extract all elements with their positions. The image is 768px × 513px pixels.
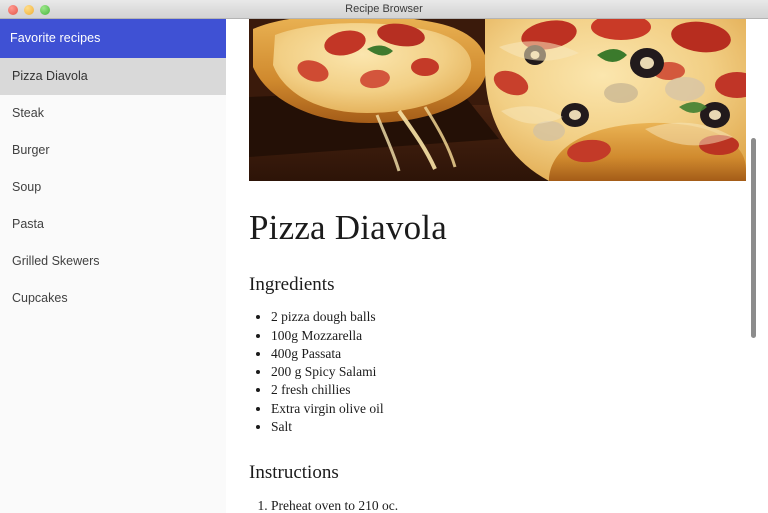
ingredients-list: 2 pizza dough balls 100g Mozzarella 400g…: [249, 308, 749, 436]
content-pane: Pizza Diavola Ingredients 2 pizza dough …: [226, 19, 768, 513]
page-title: Pizza Diavola: [249, 208, 447, 247]
window-title: Recipe Browser: [345, 3, 423, 15]
sidebar-item-pizza-diavola[interactable]: Pizza Diavola: [0, 58, 226, 95]
instructions-list: Preheat oven to 210 oc. Get your pizza d…: [249, 497, 749, 513]
list-item: Preheat oven to 210 oc.: [271, 497, 749, 513]
sidebar-item-label: Pizza Diavola: [12, 69, 88, 83]
recipe-article: Pizza Diavola Ingredients 2 pizza dough …: [249, 181, 749, 513]
list-item: Extra virgin olive oil: [271, 400, 749, 418]
list-item: Salt: [271, 418, 749, 436]
list-item: 400g Passata: [271, 345, 749, 363]
list-item: 2 pizza dough balls: [271, 308, 749, 326]
instructions-heading: Instructions: [249, 462, 339, 484]
sidebar: Favorite recipes Pizza Diavola Steak Bur…: [0, 19, 226, 513]
vertical-scrollbar[interactable]: [751, 38, 764, 513]
list-item: 200 g Spicy Salami: [271, 363, 749, 381]
sidebar-item-label: Soup: [12, 180, 42, 194]
sidebar-item-steak[interactable]: Steak: [0, 95, 226, 132]
sidebar-item-label: Burger: [12, 143, 50, 157]
sidebar-item-soup[interactable]: Soup: [0, 169, 226, 206]
sidebar-item-label: Cupcakes: [12, 291, 68, 305]
pizza-photo-illustration: [249, 19, 746, 181]
sidebar-item-label: Steak: [12, 106, 44, 120]
app-window: Recipe Browser Favorite recipes Pizza Di…: [0, 0, 768, 513]
recipe-hero-image: [249, 19, 746, 181]
sidebar-item-label: Grilled Skewers: [12, 254, 100, 268]
sidebar-header: Favorite recipes: [0, 19, 226, 58]
sidebar-item-burger[interactable]: Burger: [0, 132, 226, 169]
sidebar-item-grilled-skewers[interactable]: Grilled Skewers: [0, 243, 226, 280]
sidebar-item-pasta[interactable]: Pasta: [0, 206, 226, 243]
list-item: 2 fresh chillies: [271, 381, 749, 399]
title-bar: Recipe Browser: [0, 0, 768, 19]
list-item: 100g Mozzarella: [271, 327, 749, 345]
scrollbar-thumb[interactable]: [751, 138, 756, 338]
sidebar-item-label: Pasta: [12, 217, 44, 231]
ingredients-heading: Ingredients: [249, 273, 335, 295]
sidebar-item-cupcakes[interactable]: Cupcakes: [0, 280, 226, 317]
